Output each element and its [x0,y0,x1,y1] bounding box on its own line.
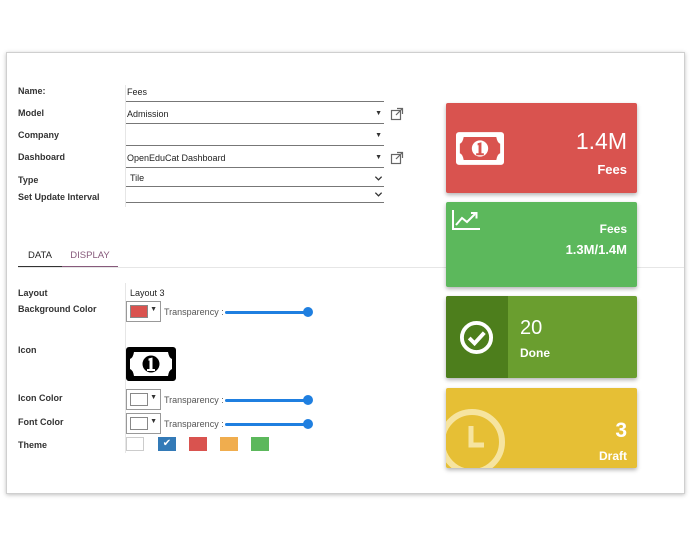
tile-preview-fees[interactable]: 1.4M Fees [446,103,637,193]
tile-name: Draft [598,449,627,463]
dashboard-select[interactable]: OpenEduCat Dashboard ▼ [126,151,384,168]
slider-track [225,311,311,314]
model-select[interactable]: Admission ▼ [126,107,384,124]
type-label: Type [18,175,39,185]
font-color-label: Font Color [18,417,64,427]
interval-label: Set Update Interval [18,192,100,202]
tab-display[interactable]: DISPLAY [62,245,118,267]
icon-color-picker[interactable]: ▼ [126,389,161,410]
name-value: Fees [127,87,148,97]
tile-name: Done [520,346,550,360]
font-color-swatch [130,417,148,430]
tile-preview-draft[interactable]: 3 Draft [446,388,637,468]
caret-down-icon: ▼ [375,110,382,117]
company-label: Company [18,130,60,140]
company-select[interactable]: ▼ [126,129,384,146]
bg-transparency-label: Transparency : [164,307,224,317]
caret-down-icon: ▼ [150,418,157,425]
tile-name: Fees [599,222,627,236]
slider-thumb[interactable] [303,419,313,429]
tile-value: 1.3M/1.4M [565,242,627,257]
money-bill-icon[interactable] [126,347,176,381]
chevron-down-icon [374,192,383,197]
theme-swatch-blue[interactable]: ✔ [158,437,176,451]
theme-swatch-red[interactable] [189,437,207,451]
tile-name: Fees [597,162,627,177]
icon-transparency-slider[interactable] [225,395,313,405]
font-transparency-label: Transparency : [164,419,224,429]
type-select[interactable]: Tile [126,171,384,187]
slider-thumb[interactable] [303,307,313,317]
external-link-icon[interactable] [390,107,404,121]
name-input[interactable]: Fees [126,85,384,102]
icon-transparency-label: Transparency : [164,395,224,405]
slider-track [225,423,311,426]
model-value: Admission [127,109,169,119]
icon-color-swatch [130,393,148,406]
money-bill-icon [456,132,504,165]
tile-preview-fees-progress[interactable]: Fees 1.3M/1.4M [446,202,637,287]
icon-color-label: Icon Color [18,393,63,403]
dashboard-value: OpenEduCat Dashboard [127,153,226,163]
font-color-picker[interactable]: ▼ [126,413,161,434]
layout-label: Layout [18,288,48,298]
icon-label: Icon [18,345,37,355]
theme-swatch-orange[interactable] [220,437,238,451]
tile-value: 20 [520,317,543,339]
tile-value: 1.4M [575,128,627,154]
bg-transparency-slider[interactable] [225,307,313,317]
theme-swatch-white[interactable] [126,437,144,451]
slider-thumb[interactable] [303,395,313,405]
caret-down-icon: ▼ [150,306,157,313]
theme-label: Theme [18,440,48,450]
dashboard-label: Dashboard [18,152,66,162]
tab-data[interactable]: DATA [18,245,62,267]
name-label: Name: [18,86,46,96]
bg-color-swatch [130,305,148,318]
theme-swatch-green[interactable] [251,437,269,451]
bg-color-picker[interactable]: ▼ [126,301,161,322]
caret-down-icon: ▼ [375,132,382,139]
slider-track [225,399,311,402]
clock-icon [446,409,505,468]
interval-select[interactable] [126,187,384,203]
tile-value: 3 [615,419,627,442]
check-icon: ✔ [162,438,172,449]
model-label: Model [18,108,44,118]
layout-value[interactable]: Layout 3 [130,288,165,298]
tile-settings-window: Name: Model Company Dashboard Type Set U… [6,52,685,494]
bg-color-label: Background Color [18,304,97,314]
type-value: Tile [130,173,145,183]
font-transparency-slider[interactable] [225,419,313,429]
check-circle-icon [459,320,494,355]
external-link-icon[interactable] [390,151,404,165]
caret-down-icon: ▼ [150,394,157,401]
chevron-down-icon [374,176,383,181]
tile-preview-done[interactable]: 20 Done [446,296,637,378]
caret-down-icon: ▼ [375,154,382,161]
line-chart-icon [452,210,480,230]
